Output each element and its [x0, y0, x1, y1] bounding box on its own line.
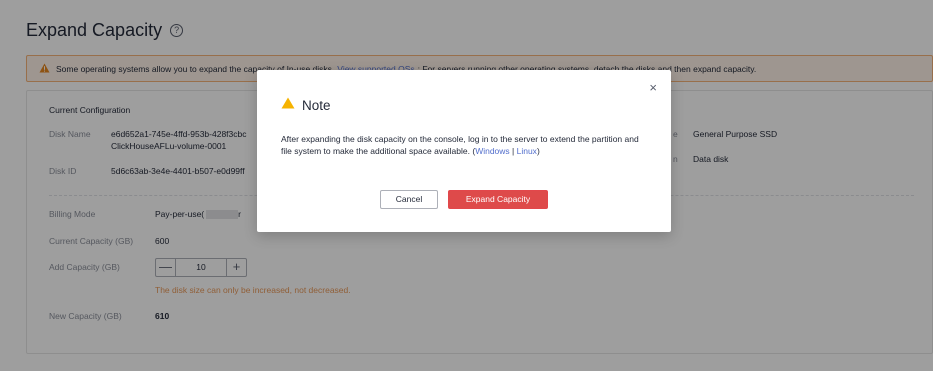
warning-triangle-icon — [281, 96, 295, 114]
link-separator: | — [509, 146, 517, 156]
dialog-body-end: ) — [536, 146, 540, 156]
linux-link[interactable]: Linux — [517, 146, 537, 156]
note-dialog: × Note After expanding the disk capacity… — [257, 70, 671, 232]
dialog-title: Note — [302, 97, 331, 113]
close-icon[interactable]: × — [649, 81, 657, 94]
dialog-footer: Cancel Expand Capacity — [257, 190, 671, 209]
cancel-button[interactable]: Cancel — [380, 190, 438, 209]
windows-link[interactable]: Windows — [475, 146, 509, 156]
expand-capacity-button[interactable]: Expand Capacity — [448, 190, 548, 209]
dialog-header: Note — [281, 96, 331, 114]
dialog-body-text: After expanding the disk capacity on the… — [281, 134, 639, 156]
dialog-body: After expanding the disk capacity on the… — [281, 133, 641, 157]
